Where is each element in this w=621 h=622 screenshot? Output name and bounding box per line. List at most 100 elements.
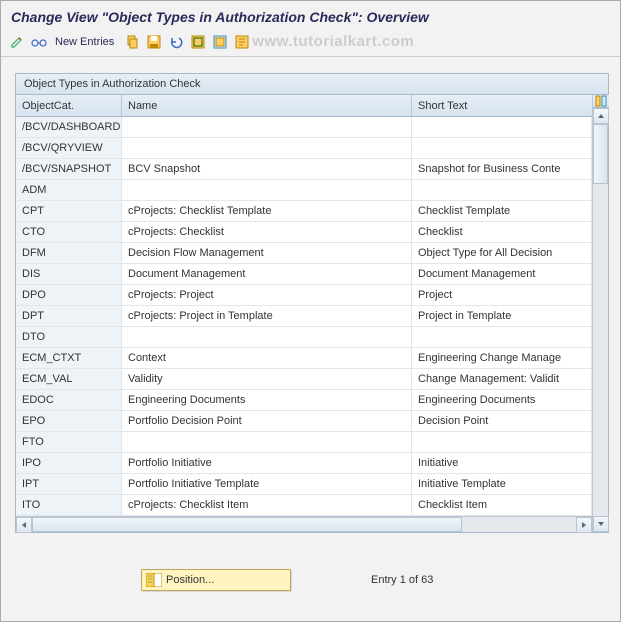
cell-shorttext[interactable]: Engineering Change Manage <box>412 348 592 368</box>
cell-name[interactable]: cProjects: Project <box>122 285 412 305</box>
cell-objectcat[interactable]: ECM_VAL <box>16 369 122 389</box>
table-caption: Object Types in Authorization Check <box>16 74 608 95</box>
cell-name[interactable] <box>122 180 412 200</box>
scroll-thumb-horizontal[interactable] <box>32 517 462 532</box>
cell-name[interactable]: cProjects: Checklist Item <box>122 495 412 515</box>
cell-objectcat[interactable]: FTO <box>16 432 122 452</box>
cell-shorttext[interactable] <box>412 117 592 137</box>
table-row[interactable]: IPTPortfolio Initiative TemplateInitiati… <box>16 474 592 495</box>
cell-shorttext[interactable]: Project in Template <box>412 306 592 326</box>
cell-name[interactable] <box>122 327 412 347</box>
copy-icon[interactable] <box>124 34 140 50</box>
col-header-name[interactable]: Name <box>122 95 412 116</box>
cell-objectcat[interactable]: CTO <box>16 222 122 242</box>
column-config-icon[interactable] <box>593 95 609 108</box>
table-row[interactable]: EDOCEngineering DocumentsEngineering Doc… <box>16 390 592 411</box>
cell-name[interactable]: Engineering Documents <box>122 390 412 410</box>
cell-shorttext[interactable]: Checklist Item <box>412 495 592 515</box>
undo-icon[interactable] <box>168 34 184 50</box>
cell-shorttext[interactable]: Decision Point <box>412 411 592 431</box>
new-entries-button[interactable]: New Entries <box>53 36 118 48</box>
cell-objectcat[interactable]: DPT <box>16 306 122 326</box>
cell-name[interactable]: Decision Flow Management <box>122 243 412 263</box>
cell-name[interactable]: Portfolio Initiative Template <box>122 474 412 494</box>
table-row[interactable]: EPOPortfolio Decision PointDecision Poin… <box>16 411 592 432</box>
table-row[interactable]: ECM_CTXTContextEngineering Change Manage <box>16 348 592 369</box>
cell-shorttext[interactable] <box>412 432 592 452</box>
table-row[interactable]: DTO <box>16 327 592 348</box>
cell-shorttext[interactable]: Checklist Template <box>412 201 592 221</box>
cell-shorttext[interactable] <box>412 180 592 200</box>
cell-objectcat[interactable]: IPT <box>16 474 122 494</box>
table-row[interactable]: CPTcProjects: Checklist TemplateChecklis… <box>16 201 592 222</box>
cell-objectcat[interactable]: DFM <box>16 243 122 263</box>
cell-objectcat[interactable]: EDOC <box>16 390 122 410</box>
cell-shorttext[interactable]: Initiative Template <box>412 474 592 494</box>
table-row[interactable]: CTOcProjects: ChecklistChecklist <box>16 222 592 243</box>
table-row[interactable]: IPOPortfolio InitiativeInitiative <box>16 453 592 474</box>
cell-name[interactable]: Portfolio Decision Point <box>122 411 412 431</box>
table-row[interactable]: DPOcProjects: ProjectProject <box>16 285 592 306</box>
change-icon[interactable] <box>9 34 25 50</box>
table-row[interactable]: ITOcProjects: Checklist ItemChecklist It… <box>16 495 592 516</box>
cell-shorttext[interactable]: Change Management: Validit <box>412 369 592 389</box>
cell-name[interactable]: cProjects: Checklist <box>122 222 412 242</box>
cell-name[interactable] <box>122 117 412 137</box>
cell-shorttext[interactable]: Initiative <box>412 453 592 473</box>
scroll-right-icon[interactable] <box>576 517 592 533</box>
table-row[interactable]: /BCV/DASHBOARD <box>16 117 592 138</box>
cell-shorttext[interactable] <box>412 138 592 158</box>
cell-name[interactable]: BCV Snapshot <box>122 159 412 179</box>
cell-shorttext[interactable]: Project <box>412 285 592 305</box>
cell-objectcat[interactable]: DIS <box>16 264 122 284</box>
glasses-icon[interactable] <box>31 34 47 50</box>
deselect-icon[interactable] <box>212 34 228 50</box>
table-row[interactable]: ADM <box>16 180 592 201</box>
cell-name[interactable]: Document Management <box>122 264 412 284</box>
cell-name[interactable]: Portfolio Initiative <box>122 453 412 473</box>
cell-shorttext[interactable]: Checklist <box>412 222 592 242</box>
cell-objectcat[interactable]: /BCV/QRYVIEW <box>16 138 122 158</box>
table-row[interactable]: DISDocument ManagementDocument Managemen… <box>16 264 592 285</box>
table-row[interactable]: ECM_VALValidityChange Management: Validi… <box>16 369 592 390</box>
cell-objectcat[interactable]: IPO <box>16 453 122 473</box>
position-button[interactable]: Position... <box>141 569 291 591</box>
scroll-thumb-vertical[interactable] <box>593 124 608 184</box>
cell-shorttext[interactable] <box>412 327 592 347</box>
cell-name[interactable]: cProjects: Project in Template <box>122 306 412 326</box>
table-row[interactable]: /BCV/SNAPSHOTBCV SnapshotSnapshot for Bu… <box>16 159 592 180</box>
horizontal-scrollbar[interactable] <box>16 516 592 532</box>
table-row[interactable]: DPTcProjects: Project in TemplateProject… <box>16 306 592 327</box>
vertical-scrollbar[interactable] <box>592 95 608 532</box>
cell-objectcat[interactable]: ITO <box>16 495 122 515</box>
scroll-left-icon[interactable] <box>16 517 32 533</box>
table-row[interactable]: FTO <box>16 432 592 453</box>
cell-shorttext[interactable]: Object Type for All Decision <box>412 243 592 263</box>
cell-name[interactable]: cProjects: Checklist Template <box>122 201 412 221</box>
scroll-down-icon[interactable] <box>593 516 609 532</box>
table-row[interactable]: DFMDecision Flow ManagementObject Type f… <box>16 243 592 264</box>
cell-objectcat[interactable]: /BCV/DASHBOARD <box>16 117 122 137</box>
cell-objectcat[interactable]: ECM_CTXT <box>16 348 122 368</box>
cell-name[interactable]: Validity <box>122 369 412 389</box>
cell-objectcat[interactable]: DPO <box>16 285 122 305</box>
cell-name[interactable] <box>122 138 412 158</box>
cell-objectcat[interactable]: EPO <box>16 411 122 431</box>
scroll-up-icon[interactable] <box>593 108 609 124</box>
cell-name[interactable] <box>122 432 412 452</box>
cell-name[interactable]: Context <box>122 348 412 368</box>
page-title: Change View "Object Types in Authorizati… <box>1 1 620 31</box>
col-header-shorttext[interactable]: Short Text <box>412 95 592 116</box>
col-header-objectcat[interactable]: ObjectCat. <box>16 95 122 116</box>
cell-shorttext[interactable]: Engineering Documents <box>412 390 592 410</box>
cell-shorttext[interactable]: Snapshot for Business Conte <box>412 159 592 179</box>
save-icon[interactable] <box>146 34 162 50</box>
cell-objectcat[interactable]: DTO <box>16 327 122 347</box>
table-row[interactable]: /BCV/QRYVIEW <box>16 138 592 159</box>
cell-objectcat[interactable]: CPT <box>16 201 122 221</box>
cell-objectcat[interactable]: /BCV/SNAPSHOT <box>16 159 122 179</box>
print-icon[interactable] <box>234 34 250 50</box>
cell-shorttext[interactable]: Document Management <box>412 264 592 284</box>
select-all-icon[interactable] <box>190 34 206 50</box>
cell-objectcat[interactable]: ADM <box>16 180 122 200</box>
